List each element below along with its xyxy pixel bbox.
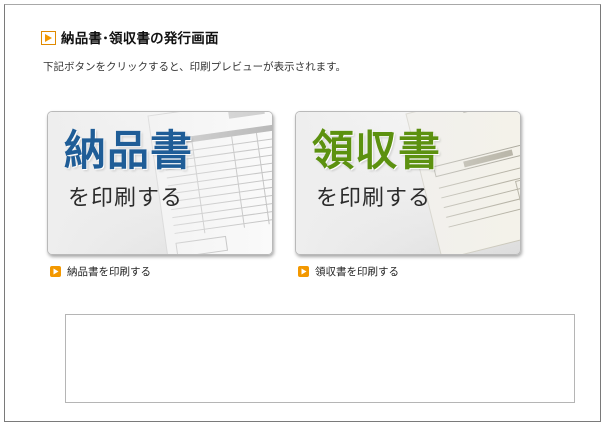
empty-panel xyxy=(65,314,575,403)
page-frame: 納品書･領収書の発行画面 下記ボタンをクリックすると、印刷プレビューが表示されま… xyxy=(4,4,601,422)
delivery-card-title: 納品書 xyxy=(64,126,194,175)
section-heading: 納品書･領収書の発行画面 xyxy=(41,27,219,47)
delivery-card-subtitle: を印刷する xyxy=(68,186,184,211)
print-receipt-button[interactable]: 領収書 を印刷する xyxy=(295,111,521,255)
print-receipt-label: 領収書を印刷する xyxy=(315,266,399,278)
page-title: 納品書･領収書の発行画面 xyxy=(61,31,219,47)
print-delivery-note-button[interactable]: 納品書 を印刷する xyxy=(47,111,273,255)
print-receipt-link[interactable]: 領収書を印刷する xyxy=(298,264,399,279)
receipt-card-title: 領収書 xyxy=(312,126,442,175)
print-delivery-note-link[interactable]: 納品書を印刷する xyxy=(50,264,151,279)
arrow-right-icon xyxy=(41,30,56,45)
play-icon xyxy=(50,266,61,277)
instruction-text: 下記ボタンをクリックすると、印刷プレビューが表示されます。 xyxy=(43,61,347,73)
play-icon xyxy=(298,266,309,277)
receipt-card-subtitle: を印刷する xyxy=(316,186,432,211)
print-delivery-note-label: 納品書を印刷する xyxy=(67,266,151,278)
